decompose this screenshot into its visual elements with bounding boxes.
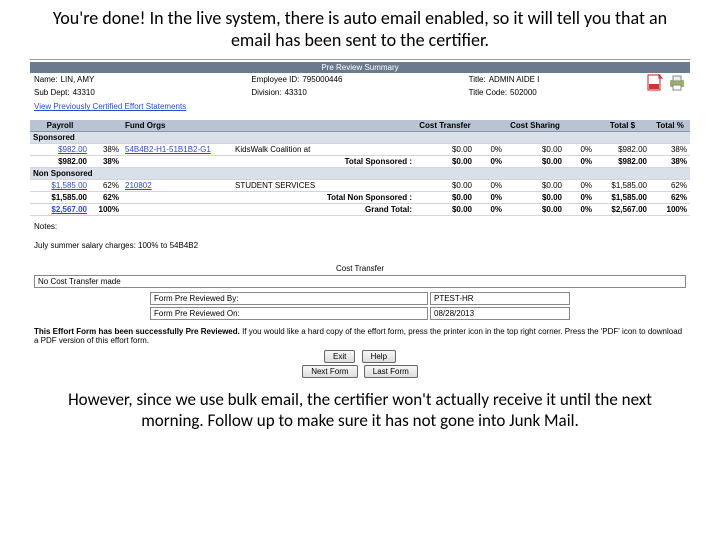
col-cost-sharing: Cost Sharing [505,120,565,132]
section-sponsored: Sponsored [30,132,690,144]
exit-button[interactable]: Exit [324,350,355,363]
app-screenshot: Pre Review Summary Name:LIN, AMY Employe… [30,59,690,378]
reviewed-by-value: PTEST-HR [430,292,570,305]
col-fund: Fund Orgs [122,120,232,132]
prev-statements-link[interactable]: View Previously Certified Effort Stateme… [34,102,186,111]
payroll-link[interactable]: $982.00 [58,145,87,154]
slide-caption-top: You're done! In the live system, there i… [0,0,720,55]
effort-table: Payroll Fund Orgs Cost Transfer Cost Sha… [30,120,690,216]
grand-total: $2,567.00100% Grand Total: $0.000% $0.00… [30,204,690,216]
notes-label: Notes: [30,222,690,231]
payroll-link[interactable]: $1,585.00 [51,181,87,190]
table-row: $1,585.00 62% 210802 STUDENT SERVICES $0… [30,180,690,192]
titlecode-value: 502000 [510,88,537,97]
title-value: ADMIN AIDE I [489,75,540,84]
col-cost-transfer: Cost Transfer [415,120,475,132]
help-button[interactable]: Help [362,350,396,363]
cost-transfer-box: No Cost Transfer made [34,275,686,288]
subdept-label: Sub Dept: [34,88,70,97]
subtotal-non-sponsored: $1,585.0062% Total Non Sponsored : $0.00… [30,192,690,204]
success-message: This Effort Form has been successfully P… [30,324,690,348]
fund-link[interactable]: 54B4B2-H1-51B1B2-G1 [125,145,211,154]
reviewed-on-value: 08/28/2013 [430,307,570,320]
pdf-icon[interactable] [646,74,664,92]
summary-title-bar: Pre Review Summary [30,62,690,73]
division-value: 43310 [285,88,307,97]
name-value: LIN, AMY [61,75,95,84]
empid-label: Employee ID: [251,75,299,84]
name-label: Name: [34,75,58,84]
subdept-value: 43310 [73,88,95,97]
division-label: Division: [251,88,281,97]
cost-transfer-header: Cost Transfer [30,264,690,273]
notes-body: July summer salary charges: 100% to 54B4… [30,241,690,250]
slide-caption-bottom: However, since we use bulk email, the ce… [0,384,720,437]
col-total-dollar: Total $ [595,120,650,132]
printer-icon[interactable] [668,74,686,92]
section-non-sponsored: Non Sponsored [30,168,690,180]
reviewed-on-label: Form Pre Reviewed On: [150,307,428,320]
title-label: Title: [469,75,486,84]
reviewed-by-label: Form Pre Reviewed By: [150,292,428,305]
next-form-button[interactable]: Next Form [302,365,357,378]
col-total-percent: Total % [650,120,690,132]
last-form-button[interactable]: Last Form [364,365,418,378]
titlecode-label: Title Code: [469,88,507,97]
empid-value: 795000446 [302,75,342,84]
subtotal-sponsored: $982.0038% Total Sponsored : $0.000% $0.… [30,156,690,168]
col-payroll: Payroll [30,120,90,132]
fund-link[interactable]: 210802 [125,181,152,190]
table-row: $982.00 38% 54B4B2-H1-51B1B2-G1 KidsWalk… [30,144,690,156]
